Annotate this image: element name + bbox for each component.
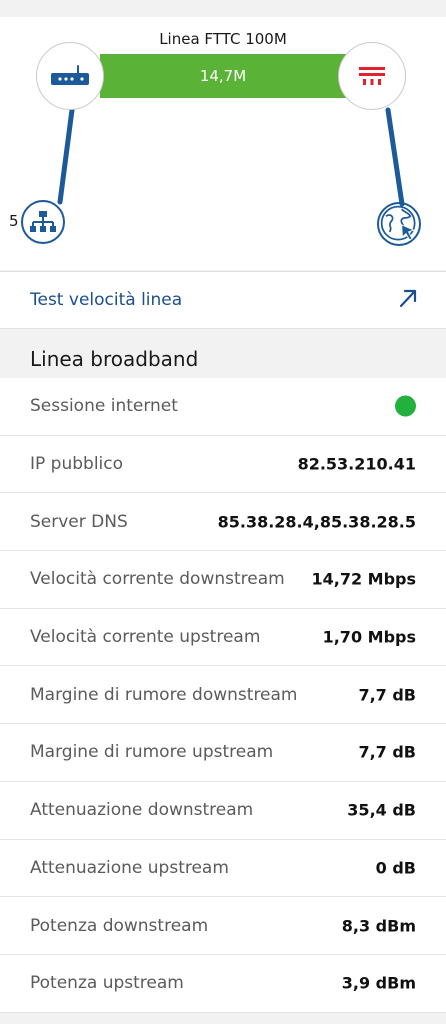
row-value: 14,72 Mbps [311,569,416,589]
list-item: Velocità corrente downstream 14,72 Mbps [0,551,446,609]
row-value: 35,4 dB [347,800,416,820]
network-diagram: Linea FTTC 100M 14,7M 5 [0,17,446,270]
globe-cursor-icon [380,205,416,241]
row-label: Server DNS [30,511,128,532]
status-indicator [395,395,416,417]
row-label: Sessione internet [30,396,178,417]
provider-node[interactable] [338,42,406,110]
speed-bar: 14,7M [100,54,346,98]
list-item: IP pubblico 82.53.210.41 [0,436,446,494]
row-label: Margine di rumore downstream [30,684,298,705]
row-value: 82.53.210.41 [297,454,416,474]
list-item: Potenza upstream 3,9 dBm [0,955,446,1013]
list-item: Margine di rumore upstream 7,7 dB [0,724,446,782]
speed-test-link[interactable]: Test velocità linea [0,271,446,329]
speed-test-label: Test velocità linea [30,290,183,310]
lan-device-count: 5 [9,212,19,230]
row-label: Potenza upstream [30,973,184,994]
broadband-details-list: Sessione internet IP pubblico 82.53.210.… [0,378,446,1013]
row-label: Velocità corrente downstream [30,569,285,590]
row-value: 7,7 dB [358,742,416,762]
list-item: Attenuazione downstream 35,4 dB [0,782,446,840]
list-item: Margine di rumore downstream 7,7 dB [0,666,446,725]
row-label: Margine di rumore upstream [30,742,274,763]
speed-value: 14,7M [199,67,247,85]
row-value: 3,9 dBm [341,973,416,993]
row-label: Potenza downstream [30,915,209,936]
section-header: Linea broadband [0,330,446,378]
row-value: 0 dB [375,858,416,878]
list-item: Attenuazione upstream 0 dB [0,840,446,898]
list-item: Velocità corrente upstream 1,70 Mbps [0,609,446,667]
router-node[interactable] [36,42,104,110]
section-title: Linea broadband [30,347,199,371]
lan-node[interactable] [21,200,65,244]
row-label: Velocità corrente upstream [30,627,261,648]
list-item: Sessione internet [0,378,446,436]
row-value: 7,7 dB [358,685,416,705]
list-item: Potenza downstream 8,3 dBm [0,897,446,955]
row-label: Attenuazione downstream [30,800,254,821]
row-label: IP pubblico [30,454,124,475]
lan-network-icon [30,211,56,232]
row-value: 85.38.28.4,85.38.28.5 [217,512,416,532]
internet-node[interactable] [377,202,421,246]
external-arrow-icon [399,289,417,308]
row-label: Attenuazione upstream [30,857,229,878]
row-value: 8,3 dBm [341,916,416,936]
tim-logo-icon [359,67,385,85]
list-item: Server DNS 85.38.28.4,85.38.28.5 [0,493,446,552]
top-strip [0,0,446,17]
router-icon [51,65,89,85]
row-value: 1,70 Mbps [322,627,416,647]
